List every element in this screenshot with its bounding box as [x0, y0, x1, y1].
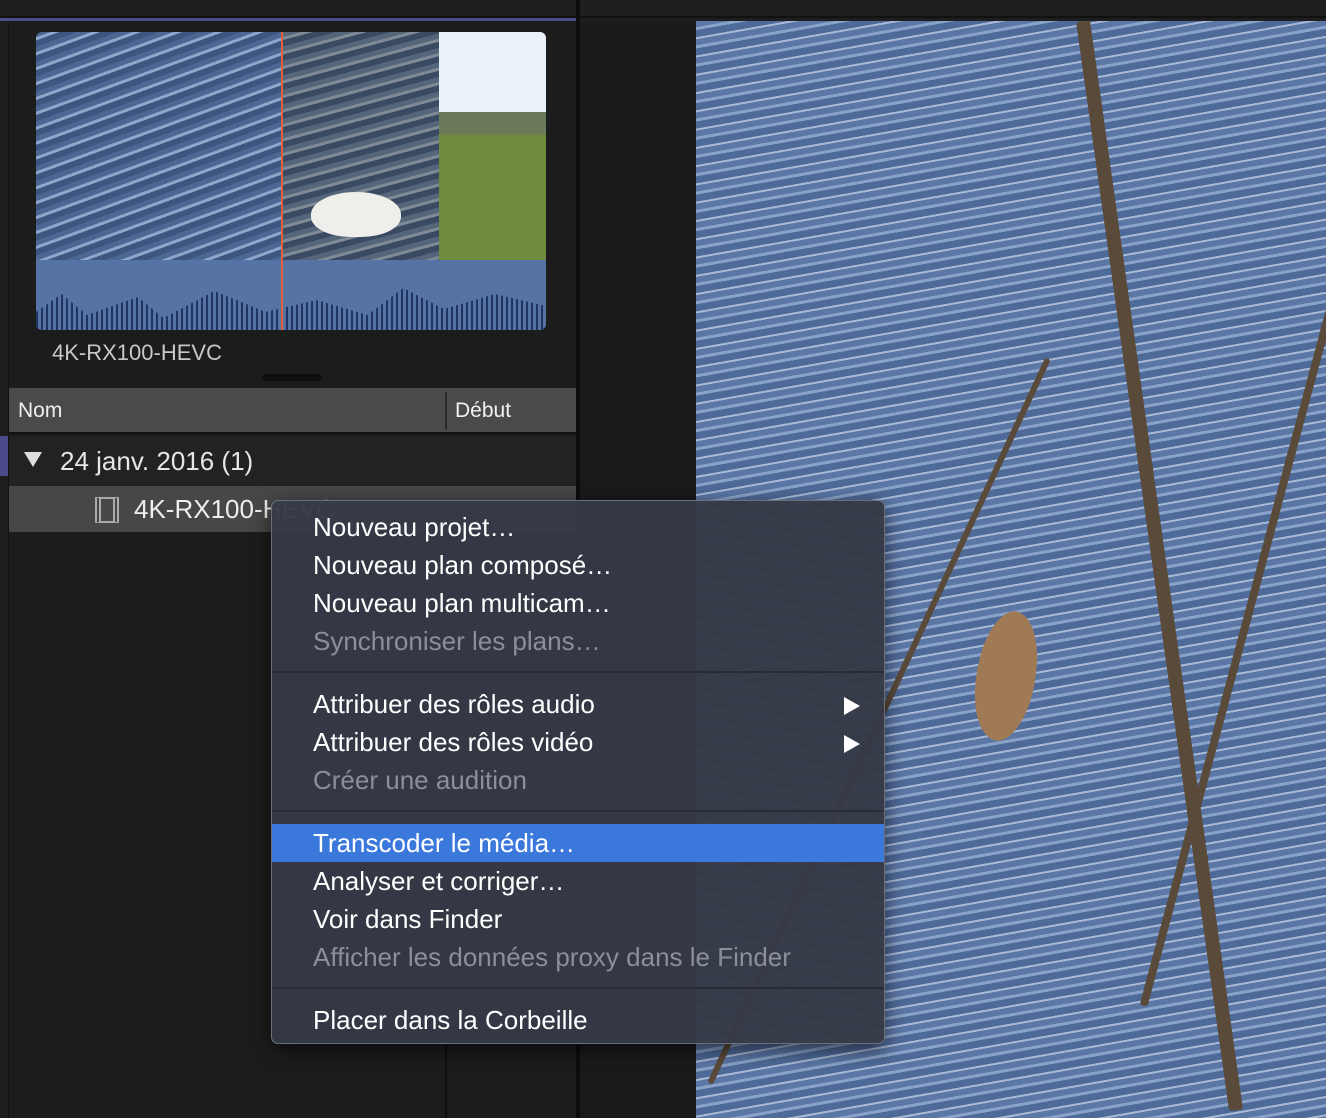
menu-item-new-project[interactable]: Nouveau projet…: [272, 508, 884, 546]
skimmer-playhead[interactable]: [281, 32, 283, 330]
menu-item-synchronize-clips: Synchroniser les plans…: [313, 626, 601, 656]
audio-waveform: [36, 260, 546, 330]
list-header: Nom Début: [9, 388, 576, 434]
clip-title: 4K-RX100-HEVC: [52, 340, 222, 365]
menu-item-label: Attribuer des rôles vidéo: [313, 727, 594, 757]
submenu-arrow-icon: [844, 697, 860, 715]
menu-item-move-to-trash[interactable]: Placer dans la Corbeille: [272, 1001, 884, 1039]
menu-item-transcode-media[interactable]: Transcoder le média…: [272, 824, 884, 862]
top-toolbar: [0, 0, 1326, 18]
resize-handle[interactable]: [262, 374, 322, 381]
menu-separator: [272, 810, 884, 812]
menu-item-analyze-and-fix[interactable]: Analyser et corriger…: [272, 862, 884, 900]
menu-item-create-audition: Créer une audition: [313, 765, 527, 795]
menu-item-reveal-in-finder[interactable]: Voir dans Finder: [272, 900, 884, 938]
menu-item-label: Attribuer des rôles audio: [313, 689, 595, 719]
menu-item-assign-video-roles[interactable]: Attribuer des rôles vidéo: [272, 723, 884, 761]
menu-separator: [272, 671, 884, 673]
clip-filmstrip[interactable]: [36, 32, 546, 330]
menu-item-new-multicam-clip[interactable]: Nouveau plan multicam…: [272, 584, 884, 622]
film-clip-icon: [95, 497, 119, 523]
menu-item-new-compound-clip[interactable]: Nouveau plan composé…: [272, 546, 884, 584]
submenu-arrow-icon: [844, 735, 860, 753]
group-label: 24 janv. 2016 (1): [60, 446, 254, 476]
disclosure-triangle-icon[interactable]: [24, 452, 42, 467]
column-separator[interactable]: [445, 392, 447, 430]
duck-image: [311, 192, 401, 237]
thumbnail-frame: [439, 32, 546, 260]
selection-indicator: [0, 436, 8, 476]
menu-item-assign-audio-roles[interactable]: Attribuer des rôles audio: [272, 685, 884, 723]
context-menu: Nouveau projet… Nouveau plan composé… No…: [271, 500, 885, 1044]
column-header-start[interactable]: Début: [455, 399, 511, 423]
menu-separator: [272, 987, 884, 989]
menu-item-reveal-proxy-in-finder: Afficher les données proxy dans le Finde…: [313, 942, 791, 972]
thumbnail-frame: [36, 32, 282, 260]
column-header-name[interactable]: Nom: [18, 399, 62, 423]
